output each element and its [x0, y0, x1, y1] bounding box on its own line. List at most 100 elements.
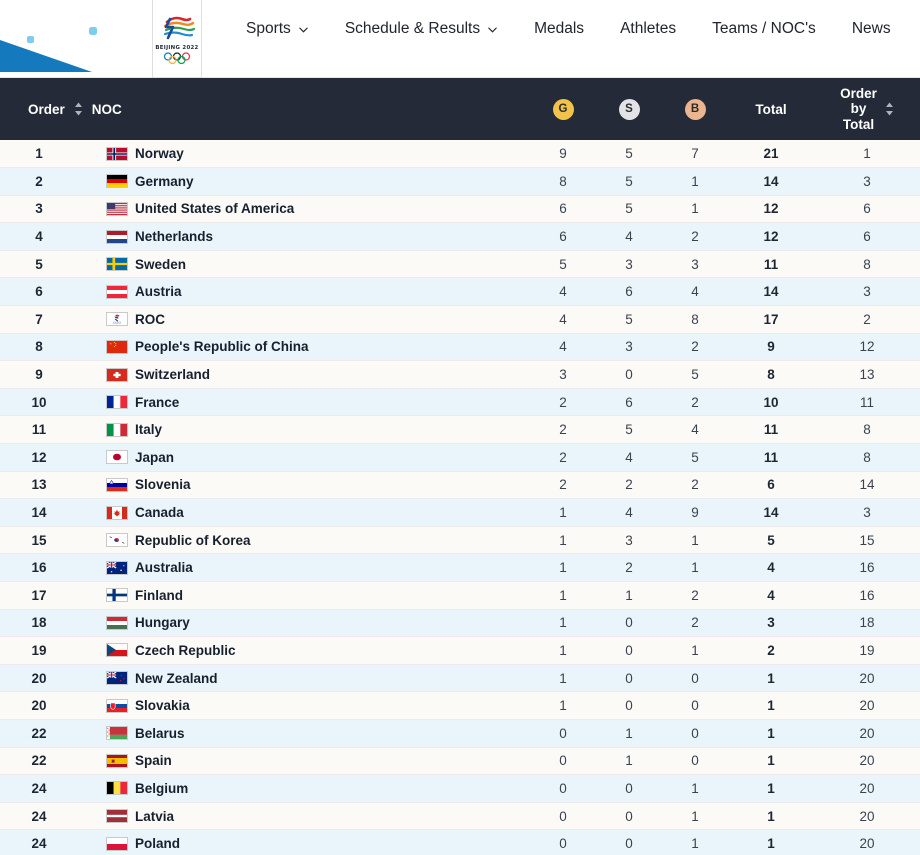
cell-order: 24 — [0, 774, 78, 803]
noc-name-link[interactable]: Belarus — [135, 726, 185, 741]
noc-name-link[interactable]: Hungary — [135, 615, 190, 630]
nav-item-schedule-results[interactable]: Schedule & Results — [327, 0, 516, 58]
table-row[interactable]: 12 Japan 2 4 5 11 8 — [0, 443, 920, 472]
cell-order-by-total: 20 — [814, 664, 920, 693]
table-row[interactable]: 9 Switzerland 3 0 5 8 13 — [0, 360, 920, 389]
cell-silver: 5 — [596, 415, 663, 445]
cell-order: 22 — [0, 747, 78, 776]
cell-noc: ROC — [78, 305, 531, 334]
flag-icon-hu — [106, 615, 128, 630]
nav-item-medals[interactable]: Medals — [516, 0, 602, 58]
noc-name-link[interactable]: Australia — [135, 560, 193, 575]
table-row[interactable]: 11 Italy 2 5 4 11 8 — [0, 415, 920, 445]
noc-name-link[interactable]: Spain — [135, 753, 172, 768]
noc-name-link[interactable]: New Zealand — [135, 671, 218, 686]
noc-name-link[interactable]: Austria — [135, 284, 182, 299]
cell-total: 21 — [728, 140, 815, 169]
table-row[interactable]: 15 Republic of Korea 1 3 1 5 15 — [0, 526, 920, 555]
noc-name-link[interactable]: Netherlands — [135, 229, 213, 244]
noc-name-link[interactable]: Slovenia — [135, 477, 191, 492]
cell-silver: 4 — [596, 443, 663, 472]
cell-order-by-total: 20 — [814, 829, 920, 855]
table-row[interactable]: 5 Sweden 5 3 3 11 8 — [0, 250, 920, 279]
table-row[interactable]: 8 People's Republic of China 4 3 2 9 12 — [0, 333, 920, 362]
cell-silver: 4 — [596, 222, 663, 251]
noc-name-link[interactable]: Italy — [135, 422, 162, 437]
noc-name-link[interactable]: Belgium — [135, 781, 188, 796]
table-row[interactable]: 24 Belgium 0 0 1 1 20 — [0, 774, 920, 803]
flag-icon-roc — [106, 312, 128, 327]
cell-bronze: 0 — [662, 719, 729, 748]
cell-total: 1 — [728, 747, 815, 776]
table-row[interactable]: 10 France 2 6 2 10 11 — [0, 388, 920, 417]
nav-item-sports[interactable]: Sports — [228, 0, 327, 58]
table-row[interactable]: 18 Hungary 1 0 2 3 18 — [0, 609, 920, 638]
cell-order: 18 — [0, 609, 78, 638]
table-row[interactable]: 4 Netherlands 6 4 2 12 6 — [0, 222, 920, 251]
cell-silver: 5 — [596, 167, 663, 196]
table-row[interactable]: 24 Poland 0 0 1 1 20 — [0, 829, 920, 855]
cell-total: 17 — [728, 305, 815, 334]
noc-name-link[interactable]: ROC — [135, 312, 165, 327]
noc-name-link[interactable]: Slovakia — [135, 698, 190, 713]
noc-name-link[interactable]: Norway — [135, 146, 184, 161]
col-header-order-noc: Order NOC — [0, 78, 531, 140]
table-row[interactable]: 17 Finland 1 1 2 4 16 — [0, 581, 920, 610]
cell-gold: 0 — [530, 829, 597, 855]
cell-bronze: 1 — [662, 802, 729, 831]
nav-item-news[interactable]: News — [834, 0, 909, 58]
noc-name-link[interactable]: Finland — [135, 588, 183, 603]
cell-order: 1 — [0, 140, 78, 169]
table-row[interactable]: 14 Canada 1 4 9 14 3 — [0, 498, 920, 527]
sort-toggle-order-by-total-icon[interactable] — [885, 102, 894, 116]
table-row[interactable]: 22 Belarus 0 1 0 1 20 — [0, 719, 920, 748]
cell-bronze: 8 — [662, 305, 729, 334]
noc-name-link[interactable]: Latvia — [135, 809, 174, 824]
cell-total: 1 — [728, 774, 815, 803]
table-row[interactable]: 16 Australia 1 2 1 4 16 — [0, 553, 920, 582]
table-row[interactable]: 7 ROC 4 5 8 17 2 — [0, 305, 920, 334]
noc-name-link[interactable]: Canada — [135, 505, 184, 520]
table-row[interactable]: 6 Austria 4 6 4 14 3 — [0, 277, 920, 307]
noc-name-link[interactable]: Poland — [135, 836, 180, 851]
cell-bronze: 0 — [662, 691, 729, 720]
noc-name-link[interactable]: People's Republic of China — [135, 339, 308, 354]
table-row[interactable]: 20 New Zealand 1 0 0 1 20 — [0, 664, 920, 693]
cell-order-by-total: 20 — [814, 774, 920, 803]
cell-total: 12 — [728, 195, 815, 224]
table-row[interactable]: 1 Norway 9 5 7 21 1 — [0, 140, 920, 169]
nav-item-teams-nocs[interactable]: Teams / NOC's — [694, 0, 834, 58]
col-header-total-label: Total — [755, 101, 787, 117]
table-row[interactable]: 19 Czech Republic 1 0 1 2 19 — [0, 636, 920, 665]
col-header-bronze: B — [662, 78, 729, 140]
cell-order-by-total: 20 — [814, 691, 920, 720]
cell-order-by-total: 19 — [814, 636, 920, 665]
cell-order: 24 — [0, 829, 78, 855]
noc-name-link[interactable]: Japan — [135, 450, 174, 465]
cell-silver: 0 — [596, 802, 663, 831]
noc-name-link[interactable]: Sweden — [135, 257, 186, 272]
cell-total: 8 — [728, 360, 815, 389]
table-row[interactable]: 13 Slovenia 2 2 2 6 14 — [0, 471, 920, 500]
cell-noc: Netherlands — [78, 222, 531, 251]
noc-name-link[interactable]: Republic of Korea — [135, 533, 251, 548]
noc-name-link[interactable]: France — [135, 395, 179, 410]
table-row[interactable]: 2 Germany 8 5 1 14 3 — [0, 167, 920, 196]
table-row[interactable]: 3 United States of America 6 5 1 12 6 — [0, 195, 920, 224]
noc-name-link[interactable]: Czech Republic — [135, 643, 236, 658]
table-row[interactable]: 22 Spain 0 1 0 1 20 — [0, 747, 920, 776]
flag-icon-se — [106, 257, 128, 272]
noc-name-link[interactable]: Germany — [135, 174, 194, 189]
nav-item-athletes[interactable]: Athletes — [602, 0, 694, 58]
table-body: 1 Norway 9 5 7 21 1 2 Germany 8 5 1 14 3 3 United State… — [0, 140, 920, 855]
cell-silver: 3 — [596, 250, 663, 279]
noc-name-link[interactable]: Switzerland — [135, 367, 210, 382]
beijing-2022-logo[interactable]: BEIJING 2022 — [152, 0, 202, 78]
noc-name-link[interactable]: United States of America — [135, 201, 294, 216]
table-row[interactable]: 24 Latvia 0 0 1 1 20 — [0, 802, 920, 831]
cell-gold: 8 — [530, 167, 597, 196]
cell-order: 15 — [0, 526, 78, 555]
sort-toggle-order-icon[interactable] — [74, 102, 83, 116]
table-row[interactable]: 20 Slovakia 1 0 0 1 20 — [0, 691, 920, 720]
cell-bronze: 1 — [662, 553, 729, 582]
